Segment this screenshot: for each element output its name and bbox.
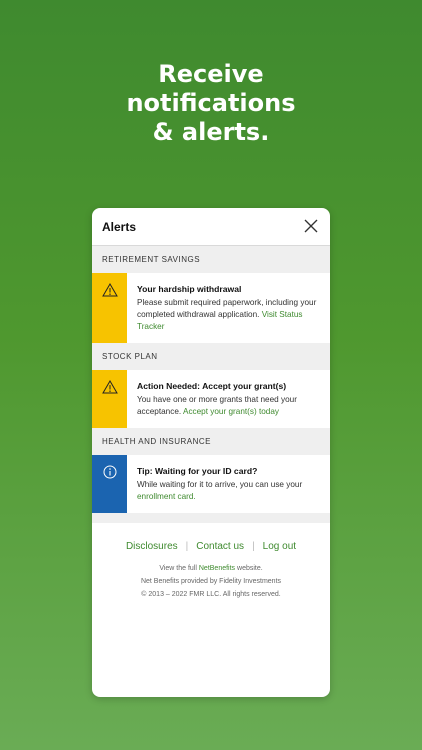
alert-body: Your hardship withdrawal Please submit r… [127, 273, 330, 343]
link-separator: | [252, 541, 255, 552]
section-label-stock-plan: STOCK PLAN [92, 343, 330, 370]
view-prefix: View the full [159, 565, 199, 572]
alert-body: Action Needed: Accept your grant(s) You … [127, 370, 330, 428]
accept-grants-link[interactable]: Accept your grant(s) today [183, 407, 279, 416]
enrollment-card-link[interactable]: enrollment card. [137, 492, 196, 501]
section-divider [92, 513, 330, 523]
footer-text: View the full NetBenefits website. Net B… [92, 562, 330, 601]
alert-id-card-tip[interactable]: Tip: Waiting for your ID card? While wai… [92, 455, 330, 513]
alert-accept-grants[interactable]: Action Needed: Accept your grant(s) You … [92, 370, 330, 428]
section-label-retirement-savings: RETIREMENT SAVINGS [92, 246, 330, 273]
section-label-health-insurance: HEALTH AND INSURANCE [92, 428, 330, 455]
footer-links: Disclosures | Contact us | Log out [92, 541, 330, 552]
info-icon [103, 465, 116, 479]
disclosures-link[interactable]: Disclosures [126, 541, 178, 552]
alert-title: Tip: Waiting for your ID card? [137, 466, 258, 476]
close-button[interactable] [304, 219, 320, 235]
headline-line-2: notifications [126, 89, 296, 117]
warning-icon [101, 283, 118, 297]
contact-us-link[interactable]: Contact us [196, 541, 244, 552]
close-icon [304, 219, 318, 232]
link-separator: | [185, 541, 189, 552]
log-out-link[interactable]: Log out [263, 541, 296, 552]
alert-hardship-withdrawal[interactable]: Your hardship withdrawal Please submit r… [92, 273, 330, 343]
alerts-modal: Alerts RETIREMENT SAVINGS Your hardship … [92, 208, 330, 697]
netbenefits-link[interactable]: NetBenefits [199, 565, 235, 572]
headline: Receive notifications & alerts. [0, 60, 422, 147]
provided-by-line: Net Benefits provided by Fidelity Invest… [140, 578, 282, 585]
view-full-site-line: View the full NetBenefits website. [92, 562, 330, 575]
copyright-line: © 2013 – 2022 FMR LLC. All rights reserv… [141, 591, 281, 598]
view-suffix: website. [235, 565, 263, 572]
headline-line-3: & alerts. [152, 118, 270, 146]
headline-line-1: Receive [158, 60, 264, 88]
warning-icon [101, 380, 118, 394]
modal-header: Alerts [92, 208, 330, 246]
alert-bar-info [92, 455, 127, 513]
alert-bar-warning [92, 273, 127, 343]
alert-title: Action Needed: Accept your grant(s) [137, 381, 287, 391]
alert-title: Your hardship withdrawal [137, 284, 242, 294]
alert-text: While waiting for it to arrive, you can … [137, 480, 303, 489]
alert-body: Tip: Waiting for your ID card? While wai… [127, 455, 330, 513]
alert-bar-warning [92, 370, 127, 428]
modal-title: Alerts [102, 219, 137, 234]
